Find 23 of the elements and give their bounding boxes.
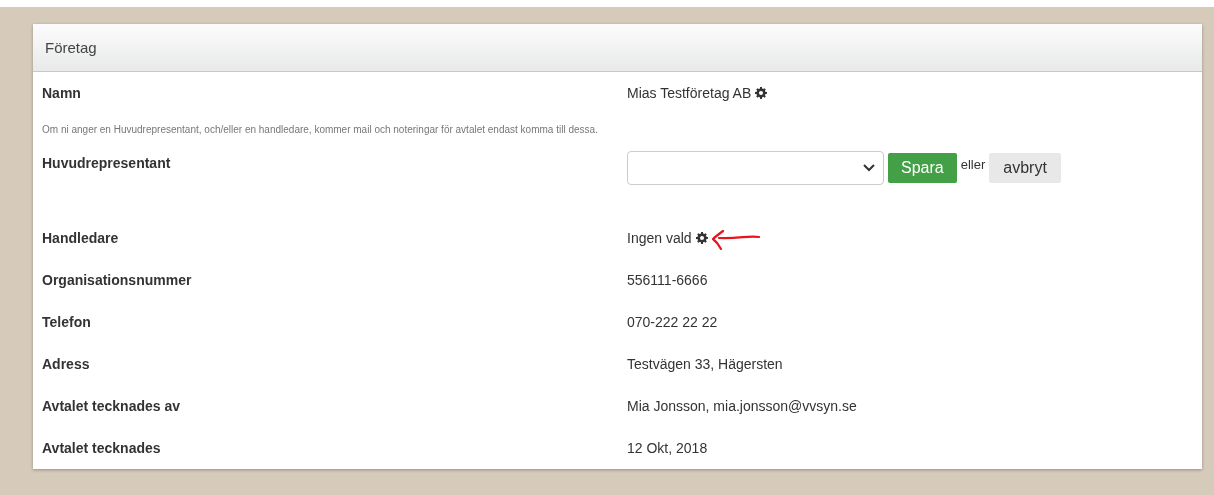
gear-icon[interactable] [695,232,708,244]
gear-icon[interactable] [755,87,768,99]
field-label: Avtalet tecknades av [42,398,181,414]
panel-title: Företag [45,39,97,56]
chevron-down-icon [863,164,875,172]
field-value: Ingen vald [627,230,692,246]
field-label: Namn [42,85,82,101]
field-value: Mias Testföretag AB [627,85,752,101]
or-text: eller [960,157,986,172]
field-label: Organisationsnummer [42,272,193,288]
field-label: Adress [42,356,91,372]
select-field[interactable] [627,151,884,185]
field-label: Handledare [42,230,120,246]
cancel-button[interactable]: avbryt [989,153,1061,183]
field-value: Testvägen 33, Hägersten [627,356,783,372]
field-value: 556111-6666 [627,272,708,288]
field-label: Avtalet tecknades [42,440,162,456]
field-value: Mia Jonsson, mia.jonsson@vvsyn.se [627,398,857,414]
field-value: 12 Okt, 2018 [627,440,708,456]
info-note: Om ni anger en Huvudrepresentant, och/eller en handledare, kommer mail och noteringar för avtalet endast komma till dessa. [41,123,599,137]
field-label: Telefon [42,314,92,330]
field-value: 070-222 22 22 [627,314,718,330]
field-label: Huvudrepresentant [42,154,172,171]
